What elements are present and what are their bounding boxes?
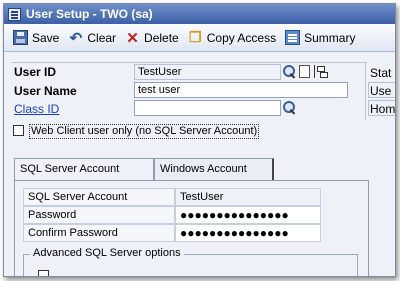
summary-label: Summary bbox=[304, 30, 356, 45]
clear-button[interactable]: ↶ Clear bbox=[65, 27, 122, 49]
copy-access-label: Copy Access bbox=[206, 30, 277, 45]
tab-windows-account[interactable]: Windows Account bbox=[154, 158, 274, 180]
web-client-label: Web Client user only (no SQL Server Acco… bbox=[29, 124, 260, 139]
magnifier-icon bbox=[282, 100, 297, 115]
right-column-divider bbox=[365, 62, 366, 120]
user-id-field[interactable]: TestUser bbox=[134, 64, 281, 80]
note-button[interactable] bbox=[297, 64, 312, 79]
delete-button[interactable]: ✕ Delete bbox=[122, 27, 185, 49]
toolbar: Save ↶ Clear ✕ Delete ❐ Copy Access Summ… bbox=[4, 24, 395, 52]
class-id-field[interactable] bbox=[134, 100, 281, 116]
web-client-checkbox[interactable] bbox=[13, 125, 24, 136]
window-title: User Setup - TWO (sa) bbox=[26, 7, 153, 21]
enforce-password-policy-checkbox[interactable] bbox=[38, 270, 49, 276]
note-icon bbox=[299, 65, 310, 78]
clear-label: Clear bbox=[87, 30, 117, 45]
tree-button[interactable] bbox=[313, 64, 328, 79]
undo-arrow-icon: ↶ bbox=[69, 29, 83, 47]
user-setup-window: User Setup - TWO (sa) Save ↶ Clear ✕ Del… bbox=[3, 3, 396, 277]
magnifier-icon bbox=[282, 64, 297, 79]
confirm-password-label: Confirm Password bbox=[23, 224, 175, 242]
advanced-options-title: Advanced SQL Server options bbox=[30, 247, 184, 259]
confirm-password-field[interactable]: ●●●●●●●●●●●●●●● bbox=[175, 224, 321, 242]
save-button[interactable]: Save bbox=[10, 27, 65, 49]
delete-label: Delete bbox=[144, 30, 179, 45]
lookup-class-button[interactable] bbox=[282, 100, 297, 115]
sql-account-value: TestUser bbox=[175, 188, 321, 206]
password-label: Password bbox=[23, 206, 175, 224]
home-box bbox=[368, 100, 395, 116]
password-field[interactable]: ●●●●●●●●●●●●●●● bbox=[175, 206, 321, 224]
class-id-link[interactable]: Class ID bbox=[14, 102, 59, 116]
delete-x-icon: ✕ bbox=[126, 29, 139, 47]
user-name-field[interactable]: test user bbox=[134, 82, 348, 98]
sql-account-label: SQL Server Account bbox=[23, 188, 175, 206]
user-name-label: User Name bbox=[14, 84, 77, 98]
lookup-user-button[interactable] bbox=[282, 64, 297, 79]
user-id-label: User ID bbox=[14, 65, 57, 79]
copy-access-icon: ❐ bbox=[188, 29, 202, 45]
window-icon bbox=[8, 7, 21, 21]
title-bar: User Setup - TWO (sa) bbox=[4, 4, 395, 24]
summary-button[interactable]: Summary bbox=[282, 27, 361, 49]
status-label: Stat bbox=[370, 66, 392, 80]
summary-icon bbox=[285, 30, 301, 45]
tab-sql-server-account[interactable]: SQL Server Account bbox=[14, 158, 154, 180]
copy-access-button[interactable]: ❐ Copy Access bbox=[185, 27, 282, 49]
save-icon bbox=[13, 30, 28, 45]
save-label: Save bbox=[32, 30, 60, 45]
hierarchy-icon bbox=[314, 65, 328, 78]
user-type-box bbox=[368, 82, 395, 98]
header-separator bbox=[12, 62, 367, 63]
